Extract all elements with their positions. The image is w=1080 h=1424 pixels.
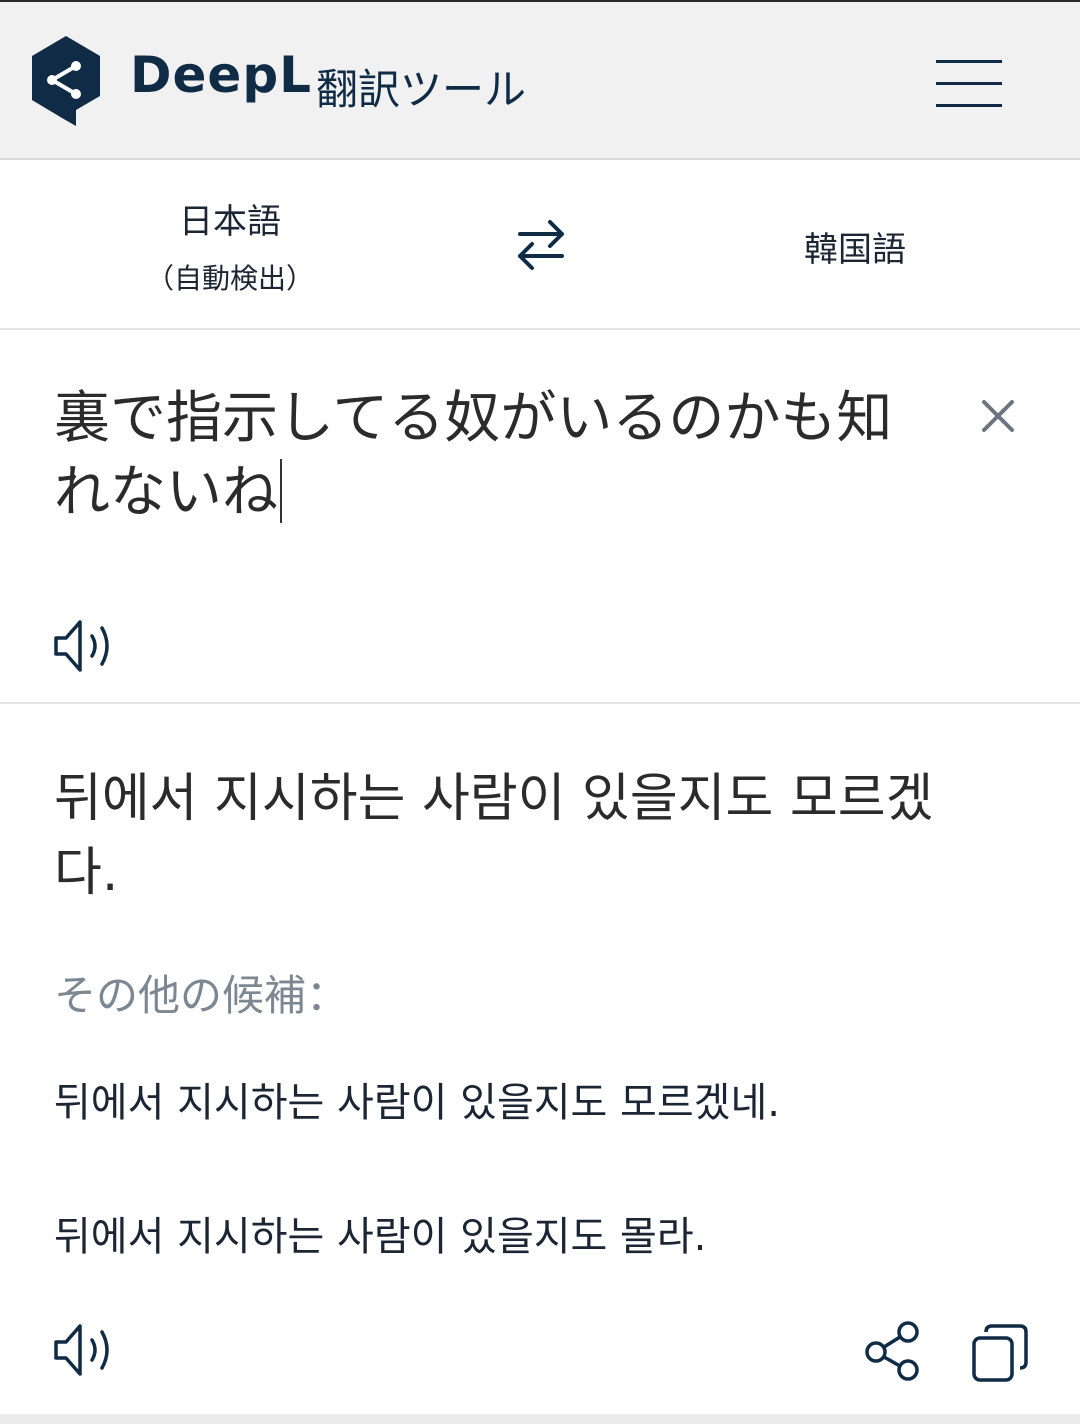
- hamburger-menu-button[interactable]: [936, 60, 1004, 112]
- hamburger-menu-icon: [936, 60, 1002, 63]
- app-header: DeepL 翻訳ツール: [0, 0, 1080, 160]
- brand-name: DeepL: [130, 46, 312, 104]
- bottom-divider: [0, 1414, 1080, 1424]
- target-language-selector[interactable]: 韓国語: [760, 222, 950, 271]
- swap-arrows-icon[interactable]: [512, 216, 570, 272]
- translated-text: 뒤에서 지시하는 사람이 있을지도 모르겠다.: [54, 769, 934, 903]
- source-panel: 裏で指示してる奴がいるのかも知れないね: [0, 332, 1080, 704]
- speaker-icon[interactable]: [52, 616, 116, 676]
- deepl-logo-icon[interactable]: [28, 34, 104, 128]
- alternative-item[interactable]: 뒤에서 지시하는 사람이 있을지도 몰라.: [54, 1204, 706, 1262]
- copy-icon[interactable]: [970, 1322, 1030, 1384]
- share-icon[interactable]: [864, 1320, 924, 1382]
- alternative-item[interactable]: 뒤에서 지시하는 사람이 있을지도 모르겠네.: [54, 1070, 780, 1128]
- speaker-icon[interactable]: [52, 1320, 116, 1380]
- brand-subtitle: 翻訳ツール: [316, 65, 527, 114]
- close-icon[interactable]: [978, 396, 1018, 436]
- source-text: 裏で指示してる奴がいるのかも知れないね: [54, 386, 893, 525]
- source-language-label: 日本語: [179, 202, 281, 242]
- auto-detect-label: （自動検出）: [145, 262, 314, 295]
- alternatives-label: その他の候補：: [54, 971, 349, 1020]
- target-panel: 뒤에서 지시하는 사람이 있을지도 모르겠다. その他の候補： 뒤에서 지시하는…: [0, 706, 1080, 1424]
- text-caret: [280, 459, 282, 523]
- source-text-input[interactable]: 裏で指示してる奴がいるのかも知れないね: [54, 382, 934, 530]
- source-language-selector[interactable]: 日本語 （自動検出）: [120, 194, 340, 297]
